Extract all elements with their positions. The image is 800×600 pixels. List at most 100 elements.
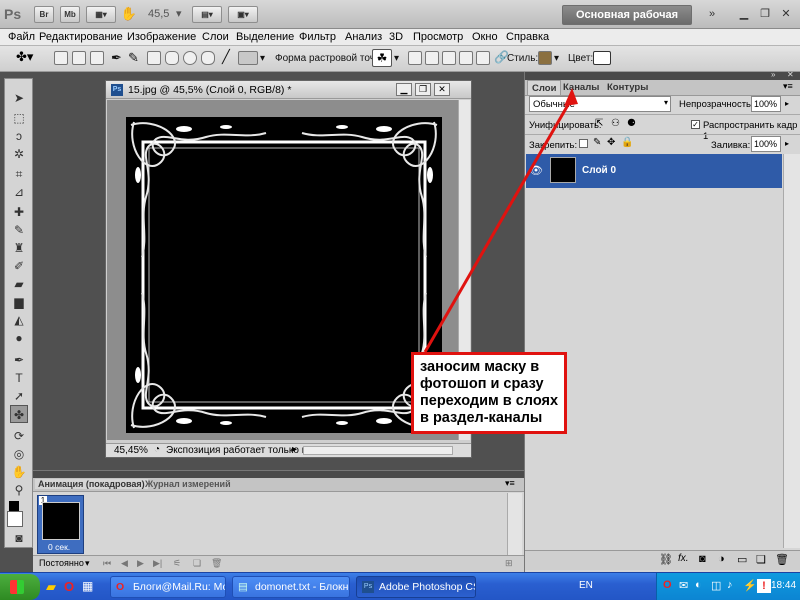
polygon-icon[interactable] <box>201 51 215 65</box>
timeline-convert-icon[interactable]: ⊞ <box>505 558 513 569</box>
tab-channels[interactable]: Каналы <box>559 80 603 95</box>
opera-tray-icon[interactable]: O <box>663 579 672 591</box>
custom-shape-tool-icon[interactable]: ✤ <box>10 405 28 423</box>
menu-edit[interactable]: Редактирование <box>39 31 123 43</box>
tween-icon[interactable]: ⚟ <box>173 558 181 569</box>
clock[interactable]: 18:44 <box>771 580 796 591</box>
quick-mask-icon[interactable]: ◙ <box>10 529 28 547</box>
foreground-color-swatch[interactable] <box>9 501 19 511</box>
lock-pixels-icon[interactable]: ✎ <box>593 137 601 148</box>
previous-frame-icon[interactable]: ◀ <box>121 558 128 569</box>
zoom-tool-icon[interactable]: ⚲ <box>10 481 28 499</box>
agent-tray-icon[interactable]: ✉ <box>679 579 688 592</box>
menu-analysis[interactable]: Анализ <box>345 31 382 43</box>
view-extras-button[interactable]: ▦▾ <box>86 6 116 23</box>
shape-picker[interactable]: ☘ <box>372 49 392 67</box>
lock-transparency-icon[interactable] <box>579 139 588 148</box>
menu-view[interactable]: Просмотр <box>413 31 463 43</box>
menu-select[interactable]: Выделение <box>236 31 294 43</box>
animation-scrollbar[interactable] <box>507 493 522 555</box>
type-tool-icon[interactable]: T <box>10 369 28 387</box>
lock-position-icon[interactable]: ✥ <box>607 137 615 148</box>
restore-icon[interactable]: ❐ <box>758 7 772 21</box>
fx-icon[interactable]: fx. <box>678 553 689 564</box>
freeform-pen-icon[interactable]: ✎ <box>128 50 139 66</box>
chevron-down-icon[interactable]: ▾ <box>85 558 90 569</box>
frame-delay[interactable]: 0 сек. <box>48 542 70 552</box>
menu-image[interactable]: Изображение <box>127 31 196 43</box>
intersect-shape-icon[interactable] <box>459 51 473 65</box>
unify-position-icon[interactable]: ⇱ <box>595 118 603 129</box>
chevron-right-icon[interactable]: ▸ <box>785 139 789 148</box>
style-swatch[interactable] <box>538 51 552 65</box>
hand-icon[interactable]: ✋ <box>120 6 138 23</box>
3d-orbit-icon[interactable]: ◎ <box>10 445 28 463</box>
first-frame-icon[interactable]: ⏮ <box>103 558 111 569</box>
quick-selection-icon[interactable]: ✲ <box>10 145 28 163</box>
minibridge-button[interactable]: Mb <box>60 6 80 23</box>
brush-tool-icon[interactable]: ✎ <box>10 221 28 239</box>
animation-frame[interactable]: 1 0 сек. <box>37 495 84 554</box>
background-color-swatch[interactable] <box>7 511 23 527</box>
adjustment-layer-icon[interactable]: ◑ <box>718 553 725 565</box>
workspace-switcher[interactable]: Основная рабочая среда <box>562 5 692 39</box>
next-frame-icon[interactable]: ▶| <box>153 558 162 569</box>
hand-tool-icon[interactable]: ✋ <box>10 463 28 481</box>
chevron-right-icon[interactable]: ▸ <box>785 99 789 108</box>
more-workspaces-icon[interactable]: » <box>705 7 719 21</box>
close-icon[interactable]: ✕ <box>787 70 794 79</box>
blur-tool-icon[interactable]: ◭ <box>10 311 28 329</box>
show-desktop-icon[interactable]: ▦ <box>82 579 93 593</box>
eyedropper-tool-icon[interactable]: ⊿ <box>10 183 28 201</box>
close-icon[interactable]: ✕ <box>779 7 793 21</box>
clone-stamp-icon[interactable]: ♜ <box>10 239 28 257</box>
exclude-shape-icon[interactable] <box>476 51 490 65</box>
custom-shape-icon[interactable] <box>238 51 258 65</box>
tab-layers[interactable]: Слои <box>527 80 562 95</box>
propagate-checkbox[interactable]: ✓ <box>691 120 700 129</box>
chevron-down-icon[interactable]: ▾ <box>260 53 265 64</box>
minimize-icon[interactable]: ▁ <box>396 83 412 96</box>
zoom-level[interactable]: 45,5 <box>148 8 169 20</box>
safely-remove-icon[interactable]: ⚡ <box>743 579 757 592</box>
tab-animation[interactable]: Анимация (покадровая) <box>35 479 148 489</box>
ellipse-icon[interactable] <box>183 51 197 65</box>
start-button[interactable] <box>0 574 40 600</box>
bridge-button[interactable]: Br <box>34 6 54 23</box>
menu-help[interactable]: Справка <box>506 31 549 43</box>
link-layers-icon[interactable]: ⛓ <box>659 553 673 566</box>
arrange-documents-button[interactable]: ▤▾ <box>192 6 222 23</box>
lasso-tool-icon[interactable]: ↄ <box>10 127 28 145</box>
taskbar-item-browser[interactable]: O Блоги@Mail.Ru: Мой ... <box>110 576 226 598</box>
eye-icon[interactable]: 👁 <box>529 164 543 177</box>
new-group-icon[interactable]: ▭ <box>737 553 747 566</box>
chevron-down-icon[interactable]: ▾ <box>394 53 399 64</box>
history-brush-icon[interactable]: ✐ <box>10 257 28 275</box>
tab-measurement-log[interactable]: Журнал измерений <box>145 479 231 489</box>
language-indicator[interactable]: EN <box>579 580 593 591</box>
collapse-icon[interactable]: » <box>771 70 775 79</box>
loop-select[interactable]: Постоянно <box>39 558 84 568</box>
trash-icon[interactable]: 🗑 <box>211 558 222 569</box>
opacity-input[interactable]: 100% <box>751 96 781 112</box>
menu-filter[interactable]: Фильтр <box>299 31 336 43</box>
add-mask-icon[interactable]: ◙ <box>699 553 706 565</box>
volume-tray-icon[interactable]: ♪ <box>727 579 733 591</box>
antivirus-tray-icon[interactable]: ◐ <box>695 579 702 591</box>
paths-button[interactable] <box>72 51 86 65</box>
tab-paths[interactable]: Контуры <box>603 80 652 95</box>
marquee-tool-icon[interactable]: ⬚ <box>10 109 28 127</box>
fill-input[interactable]: 100% <box>751 136 781 152</box>
menu-layers[interactable]: Слои <box>202 31 229 43</box>
opera-icon[interactable]: O <box>64 579 74 594</box>
move-tool-icon[interactable]: ➤ <box>10 89 28 107</box>
taskbar-item-notepad[interactable]: ▤ domonet.txt - Блокнот <box>232 576 350 598</box>
fill-pixels-button[interactable] <box>90 51 104 65</box>
panel-dock-header[interactable]: » ✕ <box>525 70 800 80</box>
document-title-bar[interactable]: Ps 15.jpg @ 45,5% (Слой 0, RGB/8) * ▁ ❐ … <box>106 81 471 99</box>
chevron-down-icon[interactable]: ▾ <box>176 7 182 20</box>
pen-tool-icon[interactable]: ✒ <box>10 351 28 369</box>
dodge-tool-icon[interactable]: ● <box>10 329 28 347</box>
eraser-tool-icon[interactable]: ▰ <box>10 275 28 293</box>
gradient-tool-icon[interactable]: ▆ <box>10 293 28 311</box>
